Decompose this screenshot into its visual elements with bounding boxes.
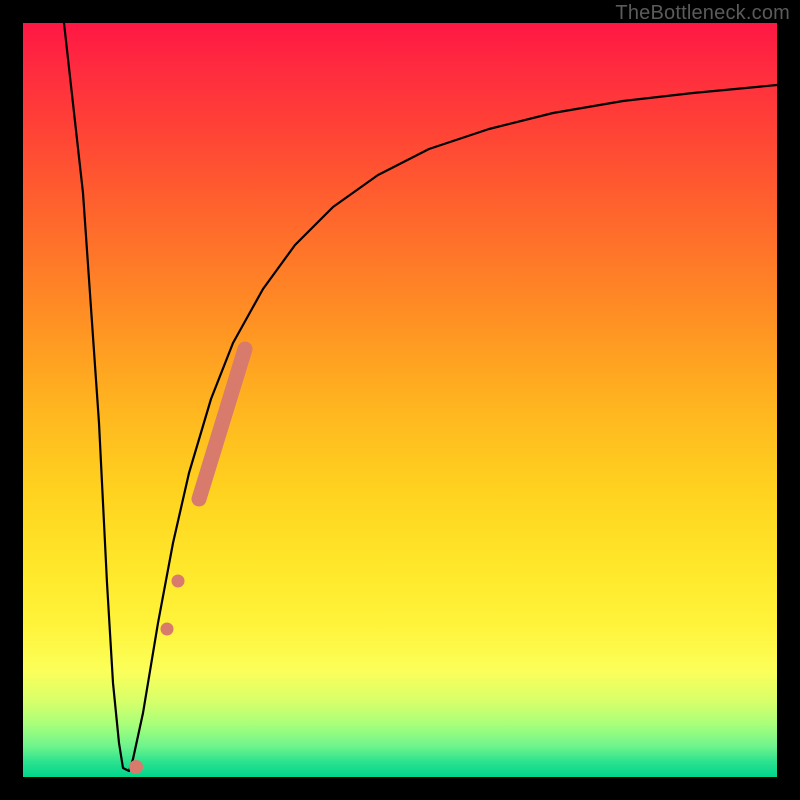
watermark-text: TheBottleneck.com <box>615 2 790 25</box>
marker-dot-upper <box>172 575 185 588</box>
chart-frame: TheBottleneck.com <box>0 0 800 800</box>
plot-area <box>23 23 777 777</box>
bottleneck-curve <box>64 23 777 771</box>
curve-layer <box>23 23 777 777</box>
marker-dot-bottom <box>129 760 143 774</box>
marker-dot-middle <box>161 623 174 636</box>
